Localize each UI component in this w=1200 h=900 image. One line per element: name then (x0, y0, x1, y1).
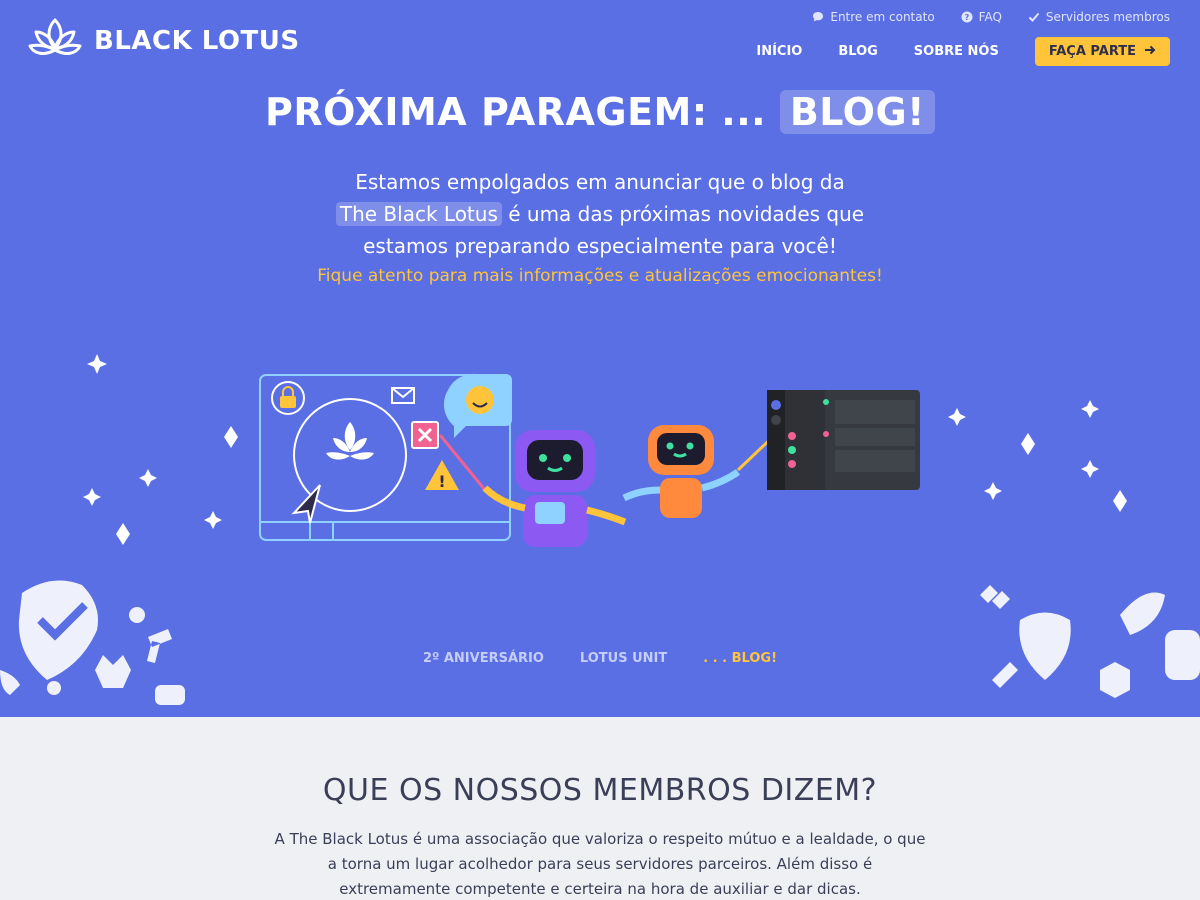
hero-title: PRÓXIMA PARAGEM: ... BLOG! (0, 90, 1200, 134)
hero-desc-line-2: The Black Lotus é uma das próximas novid… (0, 198, 1200, 230)
join-button[interactable]: FAÇA PARTE (1034, 37, 1170, 66)
main-nav: INÍCIO BLOG SOBRE NÓS FAÇA PARTE (756, 37, 1170, 66)
orange-robot-graphic (622, 425, 782, 518)
hero-desc-line-3: estamos preparando especialmente para vo… (363, 234, 837, 258)
brand-name: BLACK LOTUS (94, 26, 300, 56)
bot-icon (155, 685, 185, 705)
arrow-right-icon (1144, 44, 1156, 60)
faq-link[interactable]: ? FAQ (961, 10, 1002, 24)
svg-text:!: ! (438, 472, 445, 491)
hero-note: Fique atento para mais informações e atu… (317, 266, 883, 286)
tab-anniversary[interactable]: 2º ANIVERSÁRIO (423, 651, 544, 666)
nav-about[interactable]: SOBRE NÓS (914, 44, 999, 59)
lotus-logo-icon (28, 16, 82, 66)
robot-head-icon (129, 607, 145, 623)
brand-mention: The Black Lotus (335, 202, 502, 226)
hero-title-highlight: BLOG! (779, 90, 935, 134)
code-icon (1100, 662, 1130, 698)
lotus-graphic (326, 422, 374, 460)
leaf-icon (1120, 592, 1165, 635)
lightbulb-icon (47, 681, 61, 695)
hero-description: Estamos empolgados em anunciar que o blo… (0, 166, 1200, 262)
member-servers-link-label: Servidores membros (1045, 10, 1170, 24)
members-section: QUE OS NOSSOS MEMBROS DIZEM? A The Black… (0, 717, 1200, 900)
question-icon: ? (961, 11, 973, 23)
tab-blog[interactable]: . . . BLOG! (703, 651, 777, 666)
hero-title-prefix: PRÓXIMA PARAGEM: ... (265, 90, 767, 134)
chat-icon (812, 11, 824, 23)
hero-section: Entre em contato ? FAQ Servidores membro… (0, 0, 1200, 717)
shield-icon (1019, 612, 1071, 680)
rocket-icon (0, 670, 20, 695)
hero-illustration: ! (83, 354, 1127, 547)
member-servers-link[interactable]: Servidores membros (1028, 10, 1170, 24)
nav-home[interactable]: INÍCIO (756, 44, 802, 59)
check-icon (1028, 11, 1040, 23)
tab-lotus-unit[interactable]: LOTUS UNIT (580, 651, 667, 666)
svg-text:?: ? (964, 13, 969, 22)
members-text: A The Black Lotus é uma associação que v… (274, 830, 926, 898)
purple-robot-graphic (482, 430, 627, 547)
deco-left-icons (0, 580, 185, 705)
hero-desc-line-1: Estamos empolgados em anunciar que o blo… (355, 170, 845, 194)
faq-link-label: FAQ (978, 10, 1002, 24)
brand-logo[interactable]: BLACK LOTUS (28, 16, 300, 66)
join-button-label: FAÇA PARTE (1048, 44, 1136, 59)
deco-right-icons (980, 585, 1200, 698)
contact-link-label: Entre em contato (830, 10, 935, 24)
hero-desc-line-2-rest: é uma das próximas novidades que (501, 202, 865, 226)
utility-links: Entre em contato ? FAQ Servidores membro… (812, 10, 1170, 24)
nav-blog[interactable]: BLOG (838, 44, 877, 59)
chat-app-graphic (767, 390, 920, 490)
members-heading: QUE OS NOSSOS MEMBROS DIZEM? (322, 773, 878, 808)
contact-link[interactable]: Entre em contato (812, 10, 935, 24)
announcement-tabs: 2º ANIVERSÁRIO LOTUS UNIT . . . BLOG! (0, 651, 1200, 666)
link-icon (980, 585, 1010, 609)
